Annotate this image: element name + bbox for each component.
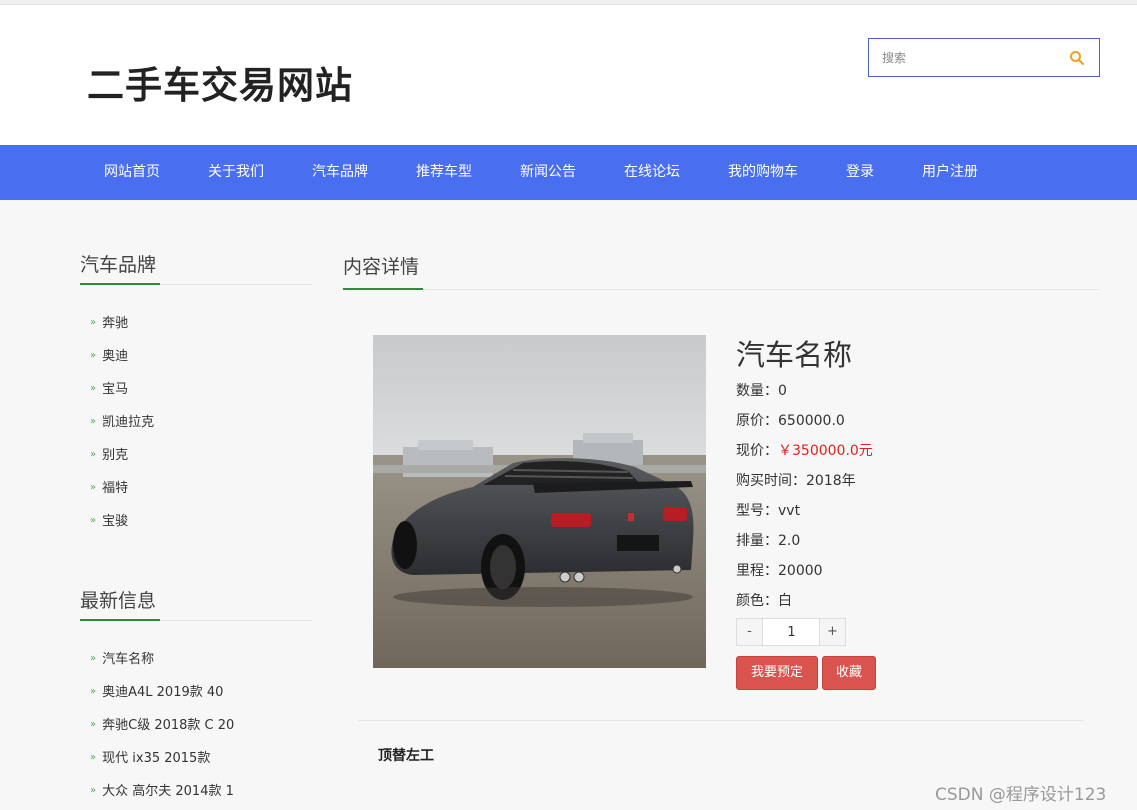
search-icon[interactable] (1069, 50, 1085, 66)
search-box (868, 38, 1100, 77)
search-input[interactable] (869, 39, 1059, 76)
brands-section-title: 汽车品牌 (80, 254, 157, 276)
latest-link[interactable]: » 奥迪A4L 2019款 40 (90, 681, 223, 700)
bullet-icon: » (90, 383, 97, 394)
latest-link[interactable]: » 现代 ix35 2015款 (90, 747, 210, 766)
bullet-icon: » (90, 317, 97, 328)
brand-link[interactable]: » 奥迪 (90, 345, 128, 364)
favorite-button[interactable]: 收藏 (822, 656, 876, 690)
car-field-model: 型号：vvt (736, 503, 801, 519)
brand-link[interactable]: » 宝骏 (90, 510, 128, 529)
nav-item-brands[interactable]: 汽车品牌 (312, 145, 368, 200)
watermark: CSDN @程序设计123 (935, 785, 1107, 805)
latest-link[interactable]: » 奔驰C级 2018款 C 20 (90, 714, 234, 733)
bullet-icon: » (90, 449, 97, 460)
nav-item-register[interactable]: 用户注册 (922, 145, 978, 200)
car-name: 汽车名称 (736, 338, 853, 372)
nav-item-home[interactable]: 网站首页 (104, 145, 160, 200)
brand-link[interactable]: » 奔驰 (90, 312, 128, 331)
bullet-icon: » (90, 482, 97, 493)
quantity-increase-button[interactable]: + (819, 619, 845, 645)
bullet-icon: » (90, 515, 97, 526)
car-field-displacement: 排量：2.0 (736, 533, 801, 549)
brand-link[interactable]: » 福特 (90, 477, 128, 496)
latest-link[interactable]: » 汽车名称 (90, 648, 154, 667)
car-field-original-price: 原价：650000.0 (736, 413, 845, 429)
bullet-icon: » (90, 350, 97, 361)
main-nav: 网站首页 关于我们 汽车品牌 推荐车型 新闻公告 在线论坛 我的购物车 登录 用… (0, 145, 1137, 200)
bullet-icon: » (90, 416, 97, 427)
car-field-current-price: 现价：￥350000.0元 (736, 443, 873, 459)
nav-item-news[interactable]: 新闻公告 (520, 145, 576, 200)
car-field-mileage: 里程：20000 (736, 563, 823, 579)
car-field-purchase-time: 购买时间：2018年 (736, 473, 856, 489)
car-field-color: 颜色：白 (736, 593, 792, 609)
latest-section-divider (80, 619, 312, 621)
car-field-quantity: 数量：0 (736, 383, 787, 399)
site-header: 二手车交易网站 (0, 5, 1137, 145)
quantity-stepper: - + (736, 618, 846, 646)
nav-item-recommended[interactable]: 推荐车型 (416, 145, 472, 200)
car-photo (373, 335, 706, 668)
nav-item-login[interactable]: 登录 (846, 145, 874, 200)
brand-link[interactable]: » 凯迪拉克 (90, 411, 154, 430)
bullet-icon: » (90, 752, 97, 763)
nav-item-cart[interactable]: 我的购物车 (728, 145, 798, 200)
bullet-icon: » (90, 686, 97, 697)
brand-link[interactable]: » 别克 (90, 444, 128, 463)
detail-description: 顶替左工 (378, 748, 434, 764)
nav-item-forum[interactable]: 在线论坛 (624, 145, 680, 200)
latest-link[interactable]: » 大众 高尔夫 2014款 1 (90, 780, 234, 799)
brand-link[interactable]: » 宝马 (90, 378, 128, 397)
quantity-input[interactable] (764, 619, 819, 645)
bullet-icon: » (90, 785, 97, 796)
bullet-icon: » (90, 719, 97, 730)
nav-item-about[interactable]: 关于我们 (208, 145, 264, 200)
content-title-divider (343, 288, 1100, 290)
reserve-button[interactable]: 我要预定 (736, 656, 818, 690)
site-title: 二手车交易网站 (87, 64, 353, 107)
quantity-decrease-button[interactable]: - (737, 619, 763, 645)
bullet-icon: » (90, 653, 97, 664)
detail-divider (358, 720, 1084, 721)
content-title: 内容详情 (343, 256, 420, 278)
brands-section-divider (80, 283, 312, 285)
latest-section-title: 最新信息 (80, 590, 157, 612)
